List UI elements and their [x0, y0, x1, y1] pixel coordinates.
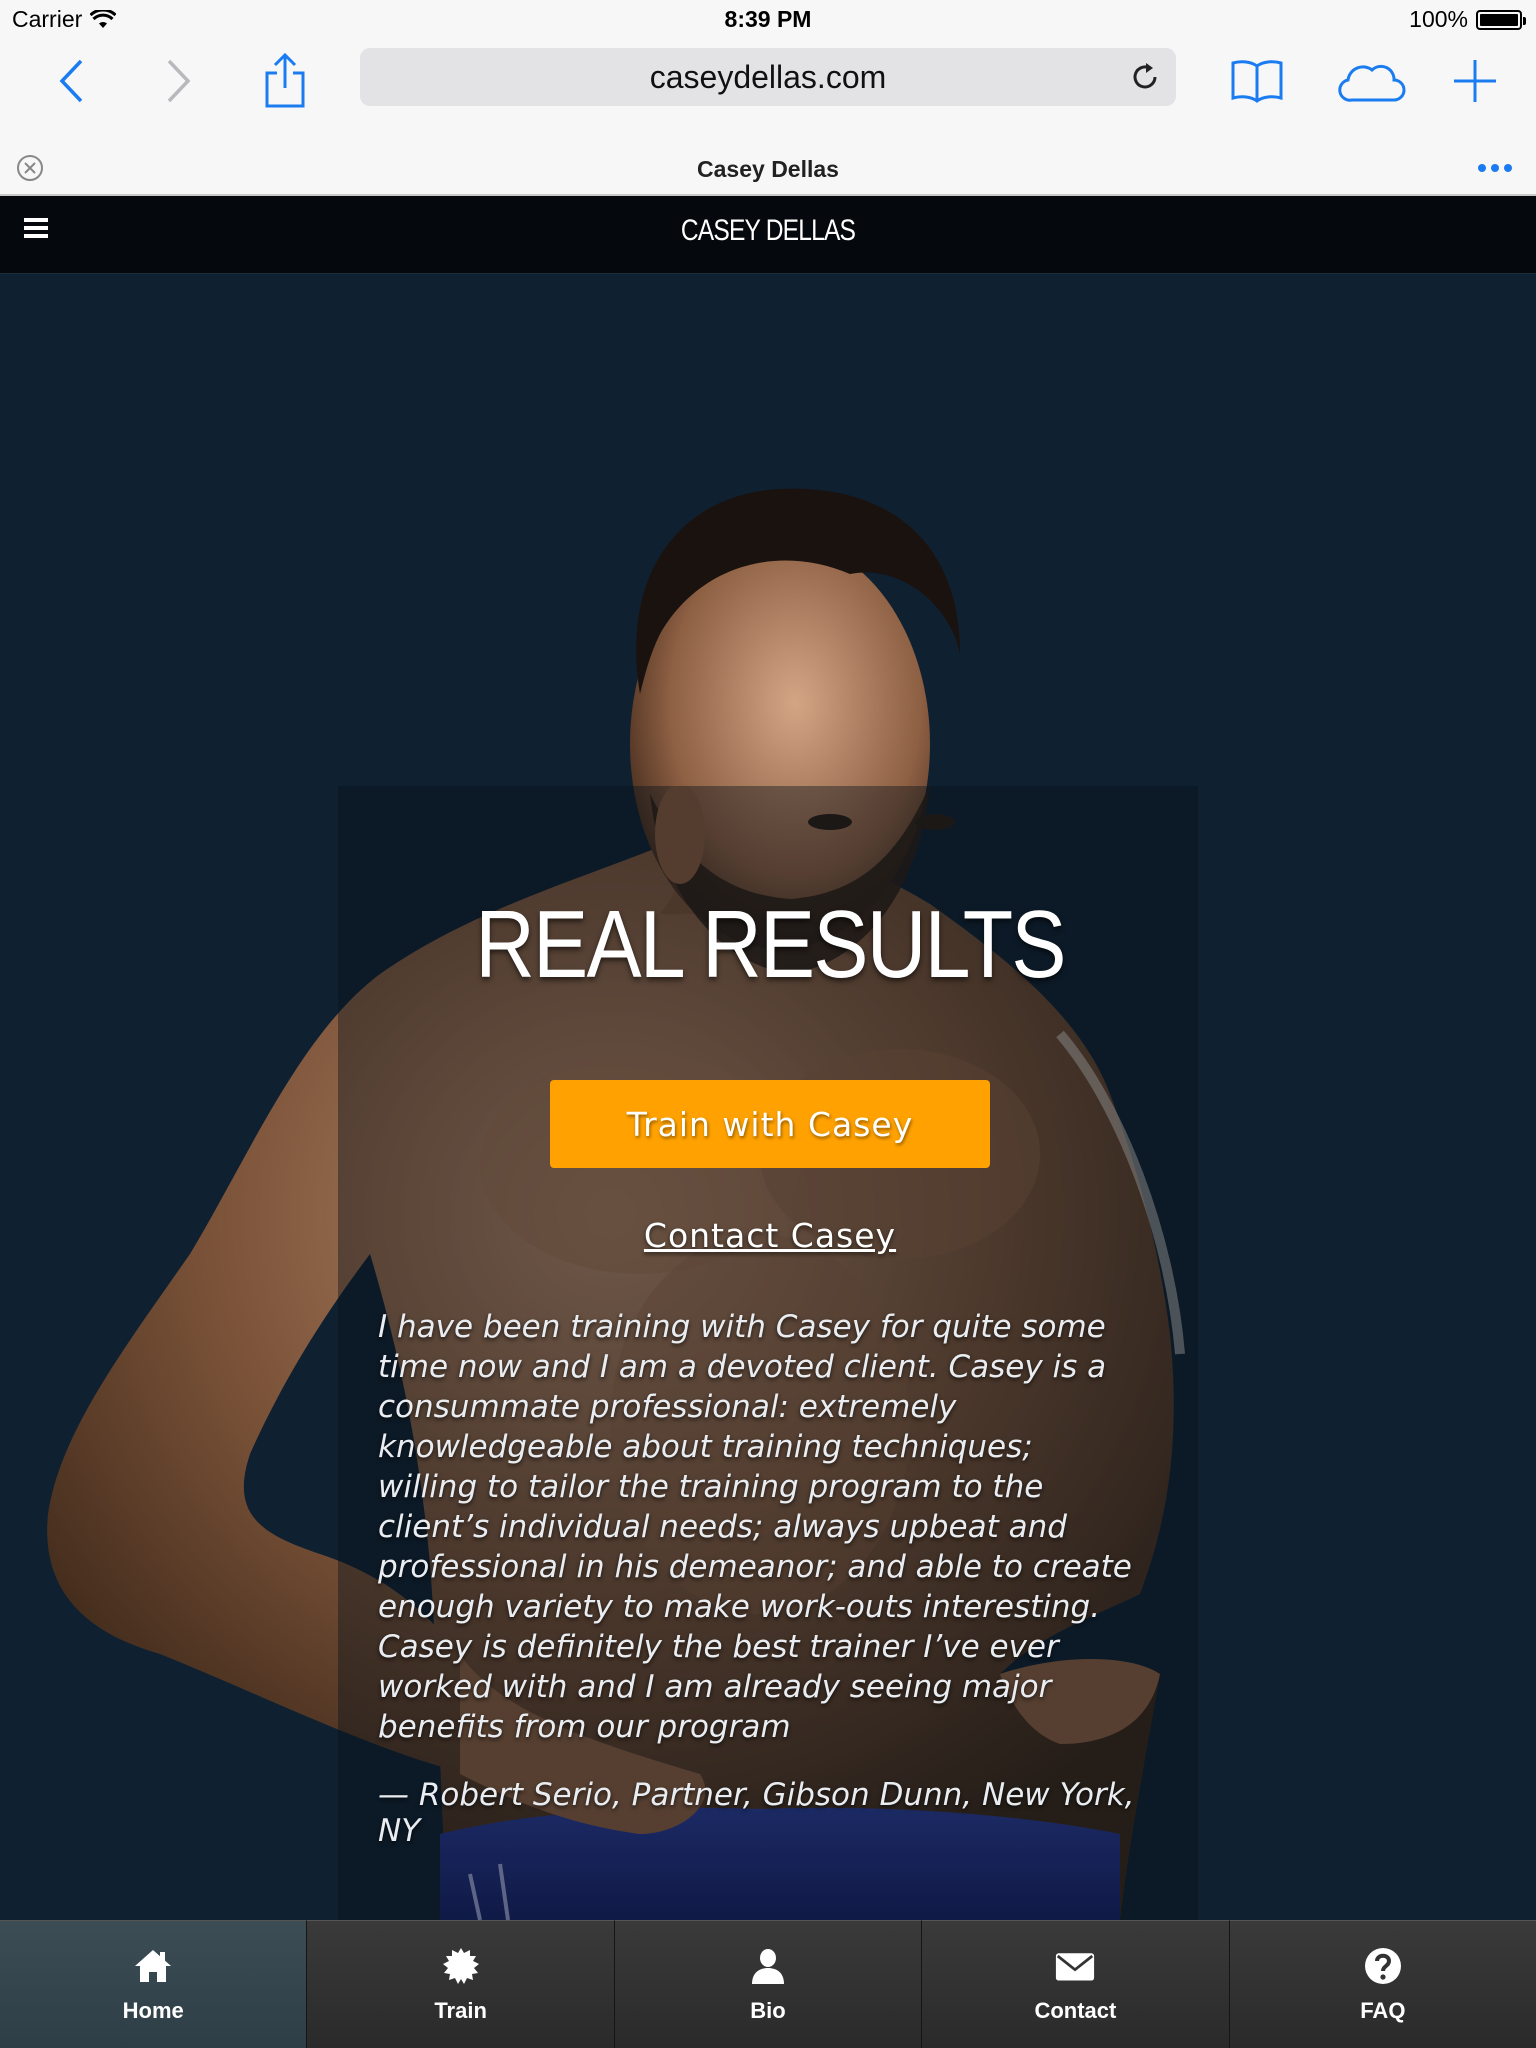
url-text: caseydellas.com: [649, 58, 887, 95]
site-header: CASEY DELLAS: [0, 196, 1536, 274]
share-icon: [265, 53, 305, 108]
tab-faq[interactable]: FAQ: [1228, 1920, 1536, 2048]
browser-toolbar: caseydellas.com Casey Dellas: [0, 42, 1536, 196]
book-icon: [1231, 60, 1283, 103]
envelope-icon: [1056, 1952, 1095, 1981]
tab-home-label: Home: [122, 1997, 184, 2023]
more-icon[interactable]: [1478, 154, 1518, 182]
forward-button[interactable]: [144, 50, 214, 112]
reload-icon[interactable]: [1128, 60, 1162, 94]
back-button[interactable]: [36, 50, 106, 112]
tab-faq-label: FAQ: [1360, 1997, 1406, 2023]
icloud-tabs-button[interactable]: [1336, 50, 1406, 112]
new-tab-button[interactable]: [1440, 50, 1510, 112]
hero-panel-content: REAL RESULTS Train with Casey Contact Ca…: [378, 786, 1162, 1849]
tab-bar: Casey Dellas: [0, 142, 1536, 196]
chevron-left-icon: [59, 59, 83, 103]
gear-icon: [442, 1947, 479, 1984]
bookmarks-button[interactable]: [1222, 50, 1292, 112]
hero-section: REAL RESULTS Train with Casey Contact Ca…: [0, 274, 1536, 1920]
contact-casey-link[interactable]: Contact Casey: [378, 1216, 1162, 1255]
tab-home[interactable]: Home: [0, 1920, 307, 2048]
testimonial-text-part1: I have been training with Casey for quit…: [378, 1309, 1107, 1465]
hamburger-menu-icon[interactable]: [24, 218, 48, 238]
status-time: 8:39 PM: [724, 6, 812, 32]
status-right: 100%: [1409, 6, 1526, 33]
bottom-tab-bar: Home Train Bio Contact FAQ: [0, 1920, 1536, 2048]
url-bar[interactable]: caseydellas.com: [360, 48, 1176, 106]
hero-panel: REAL RESULTS Train with Casey Contact Ca…: [338, 786, 1198, 1920]
hero-headline: REAL RESULTS: [475, 891, 1066, 998]
home-icon: [135, 1949, 172, 1982]
testimonial-text-part2: willing to tailor the training program t…: [378, 1469, 1132, 1745]
status-bar: Carrier 8:39 PM 100%: [0, 0, 1536, 42]
tab-contact-label: Contact: [1034, 1997, 1117, 2023]
tab-bio-label: Bio: [750, 1997, 786, 2023]
tab-bio[interactable]: Bio: [613, 1920, 922, 2048]
battery-icon: [1476, 9, 1526, 30]
testimonial-attribution: — Robert Serio, Partner, Gibson Dunn, Ne…: [378, 1777, 1135, 1849]
chevron-right-icon: [167, 59, 191, 103]
question-icon: [1364, 1947, 1401, 1984]
tab-train-label: Train: [434, 1997, 487, 2023]
testimonial-quote: I have been training with Casey for quit…: [378, 1307, 1162, 1747]
train-with-casey-button[interactable]: Train with Casey: [550, 1080, 990, 1168]
share-button[interactable]: [250, 50, 320, 112]
cloud-icon: [1338, 64, 1406, 102]
user-icon: [752, 1948, 785, 1984]
site-title[interactable]: CASEY DELLAS: [138, 214, 1398, 248]
battery-level: [1480, 13, 1518, 26]
plus-icon: [1454, 60, 1496, 102]
tab-train[interactable]: Train: [306, 1920, 614, 2048]
battery-percent: 100%: [1409, 6, 1468, 32]
tab-title[interactable]: Casey Dellas: [0, 156, 1536, 183]
tab-contact[interactable]: Contact: [921, 1920, 1229, 2048]
